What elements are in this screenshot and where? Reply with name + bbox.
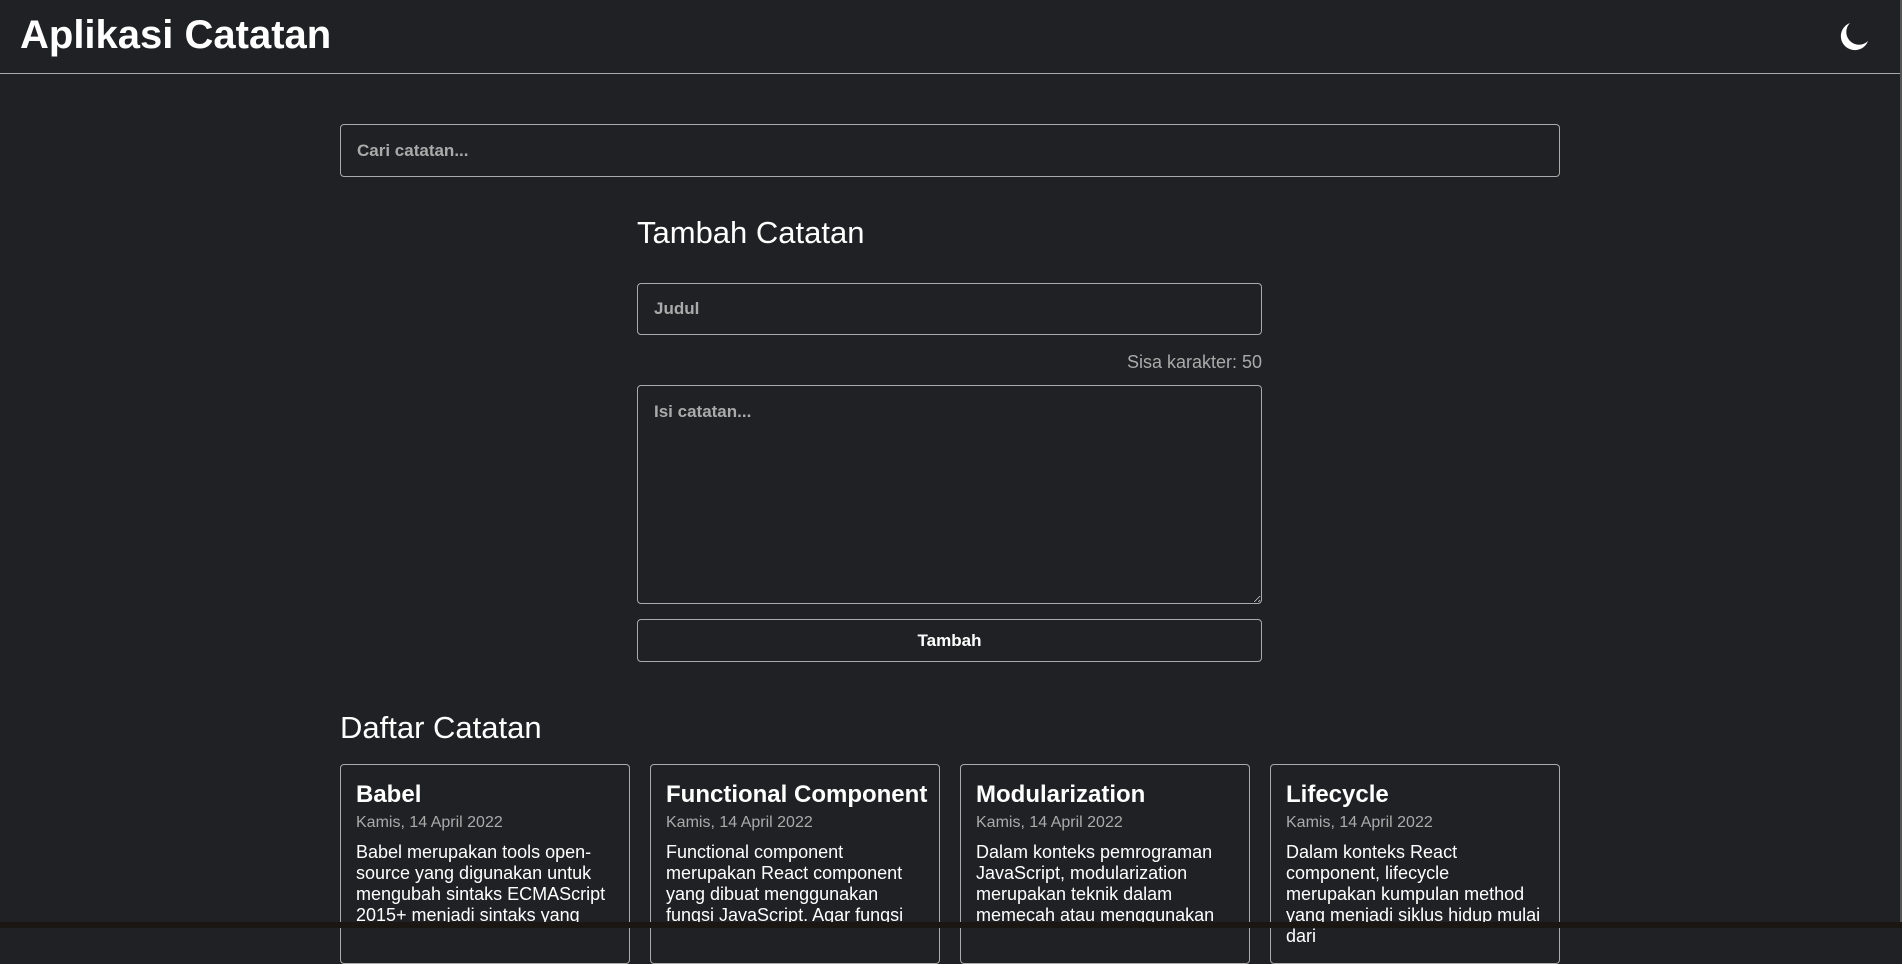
note-item-date: Kamis, 14 April 2022 (356, 814, 503, 831)
note-item[interactable]: Modularization Kamis, 14 April 2022 Dala… (960, 764, 1250, 964)
note-item-title: Lifecycle (1286, 781, 1389, 808)
app-header: Aplikasi Catatan (0, 0, 1900, 74)
note-item-date: Kamis, 14 April 2022 (976, 814, 1123, 831)
note-item[interactable]: Functional Component Kamis, 14 April 202… (650, 764, 940, 964)
bottom-edge (0, 922, 1902, 928)
moon-icon (1840, 22, 1868, 50)
add-note-button[interactable]: Tambah (637, 619, 1262, 662)
note-item-body: Dalam konteks pemrograman JavaScript, mo… (976, 842, 1215, 925)
note-item-date: Kamis, 14 April 2022 (666, 814, 813, 831)
note-item[interactable]: Babel Kamis, 14 April 2022 Babel merupak… (340, 764, 630, 964)
note-item[interactable]: Lifecycle Kamis, 14 April 2022 Dalam kon… (1270, 764, 1560, 964)
note-item-title: Modularization (976, 781, 1146, 808)
char-counter: Sisa karakter: 50 (1126, 352, 1262, 372)
notes-list-title: Daftar Catatan (340, 710, 542, 745)
body-input[interactable] (637, 385, 1262, 604)
note-input-form: Tambah Catatan Sisa karakter: 50 Tambah (637, 212, 1262, 662)
note-item-body: Babel merupakan tools open-source yang d… (356, 842, 606, 925)
app-title: Aplikasi Catatan (20, 13, 332, 57)
note-item-body: Dalam konteks React component, lifecycle… (1286, 842, 1541, 946)
theme-toggle-button[interactable] (1832, 15, 1876, 59)
note-item-body: Functional component merupakan React com… (666, 842, 904, 925)
note-item-title: Functional Component (666, 781, 928, 808)
notes-list: Babel Kamis, 14 April 2022 Babel merupak… (340, 764, 1560, 964)
search-input[interactable] (340, 124, 1560, 177)
note-item-title: Babel (356, 781, 422, 808)
title-input[interactable] (637, 283, 1262, 335)
note-input-title: Tambah Catatan (637, 215, 865, 250)
note-item-date: Kamis, 14 April 2022 (1286, 814, 1433, 831)
